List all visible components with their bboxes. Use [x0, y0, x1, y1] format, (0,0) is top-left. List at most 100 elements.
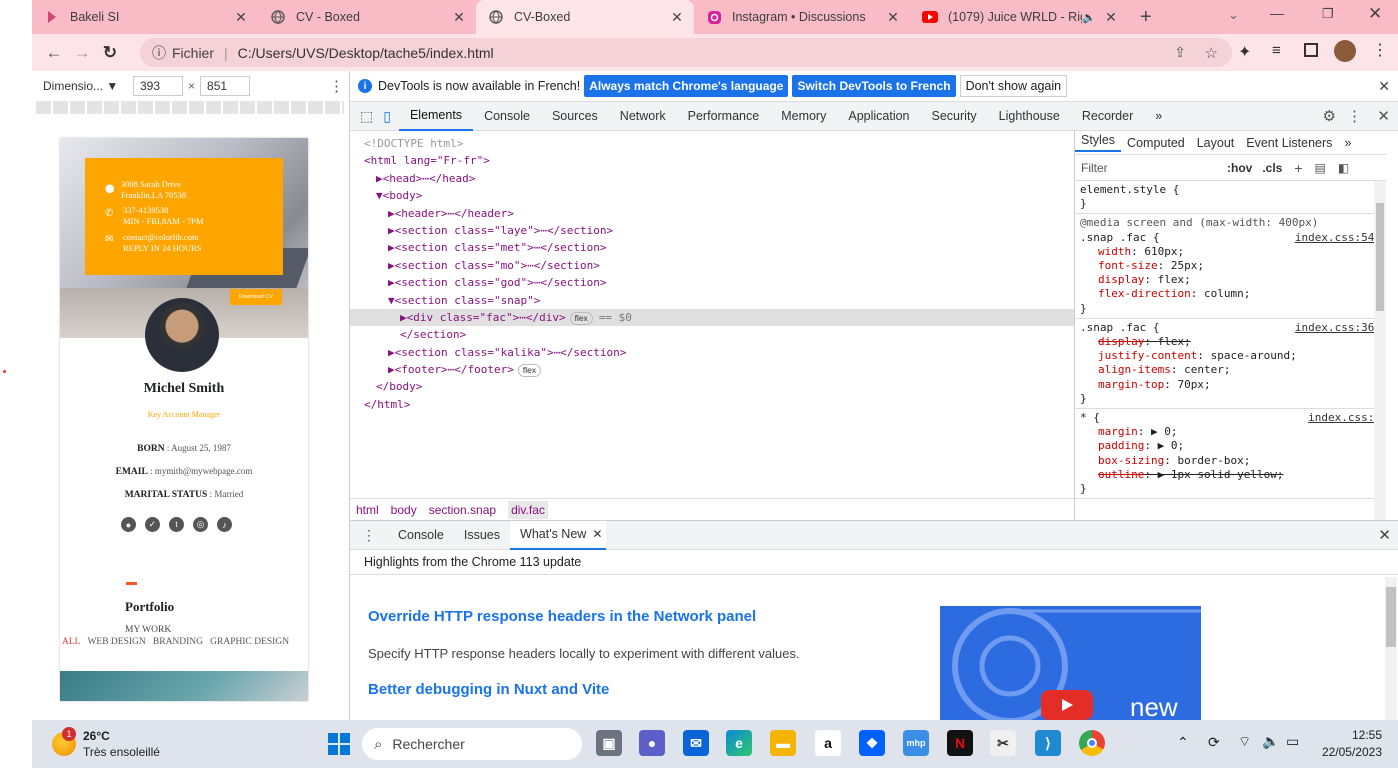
- dom-line[interactable]: </html>: [350, 396, 1074, 413]
- filter-graphic-design[interactable]: GRAPHIC DESIGN: [210, 637, 289, 647]
- tab-memory[interactable]: Memory: [770, 102, 837, 131]
- style-property[interactable]: flex-direction: column;: [1080, 287, 1381, 301]
- feature-link[interactable]: Better debugging in Nuxt and Vite: [368, 681, 609, 698]
- media-queue-icon[interactable]: ≡: [1272, 42, 1281, 59]
- class-toggle[interactable]: .cls: [1262, 161, 1282, 175]
- rule-source-link[interactable]: index.css:361: [1295, 321, 1381, 335]
- share-icon[interactable]: ⇪: [1174, 44, 1186, 61]
- device-width-input[interactable]: 393: [133, 75, 183, 96]
- clock-date[interactable]: 22/05/2023: [1314, 745, 1382, 759]
- dom-line[interactable]: ▶<section class="laye">⋯</section>: [350, 222, 1074, 239]
- minimize-icon[interactable]: —: [1270, 5, 1284, 21]
- tab-application[interactable]: Application: [837, 102, 920, 131]
- tab-lighthouse[interactable]: Lighthouse: [988, 102, 1071, 131]
- rule-source-link[interactable]: index.css:1: [1308, 411, 1381, 425]
- paint-icon[interactable]: ▤: [1315, 161, 1326, 175]
- settings-gear-icon[interactable]: ⚙: [1323, 107, 1336, 125]
- weather-desc[interactable]: Très ensoleillé: [83, 745, 160, 759]
- dropbox-icon[interactable]: ❖: [859, 730, 885, 756]
- styles-scrollbar[interactable]: [1374, 181, 1386, 520]
- dont-show-again-button[interactable]: Don't show again: [959, 75, 1068, 97]
- user-icon[interactable]: ●: [121, 517, 136, 532]
- file-explorer-icon[interactable]: ▬: [770, 730, 796, 756]
- battery-icon[interactable]: ▭: [1286, 733, 1299, 750]
- dom-line[interactable]: ▶<header>⋯</header>: [350, 205, 1074, 222]
- new-tab-button[interactable]: +: [1140, 6, 1152, 29]
- rule-source-link[interactable]: index.css:542: [1295, 231, 1381, 245]
- task-view-icon[interactable]: ▣: [596, 730, 622, 756]
- style-property[interactable]: margin: ▶ 0;: [1080, 425, 1381, 439]
- dom-line[interactable]: ▶<section class="mo">⋯</section>: [350, 257, 1074, 274]
- wifi-icon[interactable]: ⌔: [1238, 733, 1251, 751]
- kebab-menu-icon[interactable]: ⋮: [1372, 40, 1388, 60]
- style-property[interactable]: padding: ▶ 0;: [1080, 439, 1381, 453]
- teams-icon[interactable]: ●: [639, 730, 665, 756]
- twitter-icon[interactable]: t: [169, 517, 184, 532]
- volume-icon[interactable]: 🔈: [1262, 733, 1279, 750]
- switch-french-button[interactable]: Switch DevTools to French: [792, 75, 956, 97]
- windows-start-icon[interactable]: [328, 733, 350, 755]
- dimensions-dropdown[interactable]: Dimensio... ▼: [43, 79, 127, 93]
- weather-temp[interactable]: 26°C: [83, 729, 110, 743]
- feature-link[interactable]: Override HTTP response headers in the Ne…: [368, 608, 756, 625]
- close-infobar-icon[interactable]: ✕: [1378, 78, 1390, 95]
- style-rule[interactable]: @media screen and (max-width: 400px) inde…: [1075, 214, 1386, 319]
- sync-icon[interactable]: ⟳: [1208, 734, 1220, 751]
- crumb-div-fac[interactable]: div.fac: [508, 500, 548, 519]
- crumb-html[interactable]: html: [356, 503, 379, 517]
- address-bar[interactable]: ⓘ Fichier | C:/Users/UVS/Desktop/tache5/…: [140, 38, 1232, 67]
- profile-avatar[interactable]: [1334, 40, 1356, 62]
- devtools-menu-icon[interactable]: ⋮: [1347, 107, 1362, 125]
- chrome-icon[interactable]: [1079, 730, 1105, 756]
- style-rule[interactable]: element.style {}: [1075, 181, 1386, 215]
- close-drawer-icon[interactable]: ✕: [1378, 526, 1391, 544]
- filter-branding[interactable]: BRANDING: [153, 637, 203, 647]
- browser-tab[interactable]: Bakeli SI ✕: [32, 0, 258, 34]
- filter-web-design[interactable]: WEB DESIGN: [87, 637, 145, 647]
- tab-computed[interactable]: Computed: [1121, 136, 1191, 150]
- tab-search-chevron-icon[interactable]: ⌄: [1228, 7, 1239, 23]
- vscode-icon[interactable]: ⟩: [1035, 730, 1061, 756]
- style-rule[interactable]: index.css:1 * {margin: ▶ 0; padding: ▶ 0; b…: [1075, 409, 1386, 500]
- crumb-body[interactable]: body: [391, 503, 417, 517]
- sidebar-toggle-icon[interactable]: ◧: [1338, 161, 1349, 175]
- amazon-icon[interactable]: a: [815, 730, 841, 756]
- back-arrow-icon[interactable]: ←: [40, 39, 68, 67]
- tab-event-listeners[interactable]: Event Listeners: [1240, 136, 1338, 150]
- style-property[interactable]: display: flex;: [1080, 273, 1381, 287]
- close-tab-icon[interactable]: ✕: [450, 9, 468, 26]
- snipping-tool-icon[interactable]: ✂: [990, 730, 1016, 756]
- style-property[interactable]: margin-top: 70px;: [1080, 378, 1381, 392]
- dom-line[interactable]: ▶<div class="fac">⋯</div> flex == $0: [350, 308, 1074, 327]
- style-property[interactable]: font-size: 25px;: [1080, 259, 1381, 273]
- reload-icon[interactable]: ↻: [96, 39, 124, 67]
- browser-tab[interactable]: (1079) Juice WRLD - Rig 🔈 ✕: [910, 0, 1128, 34]
- dom-line[interactable]: ▶<footer>⋯</footer> flex: [350, 361, 1074, 378]
- check-icon[interactable]: ✓: [145, 517, 160, 532]
- drawer-menu-icon[interactable]: ⋮: [362, 527, 376, 544]
- close-tab-icon[interactable]: ✕: [884, 9, 902, 26]
- edge-icon[interactable]: e: [726, 730, 752, 756]
- inspect-element-icon[interactable]: ⬚: [360, 108, 373, 125]
- dom-line[interactable]: </body>: [350, 378, 1074, 395]
- drawer-tab-console[interactable]: Console: [388, 528, 454, 542]
- close-tab-icon[interactable]: ✕: [232, 9, 250, 26]
- style-property[interactable]: box-sizing: border-box;: [1080, 454, 1381, 468]
- more-tabs-icon[interactable]: »: [1144, 102, 1173, 131]
- taskbar-search[interactable]: ⌕ Rechercher: [362, 728, 582, 760]
- clock-time[interactable]: 12:55: [1322, 728, 1382, 742]
- dom-line[interactable]: <!DOCTYPE html>: [350, 135, 1074, 152]
- music-icon[interactable]: ♪: [217, 517, 232, 532]
- forward-arrow-icon[interactable]: →: [68, 39, 96, 67]
- dom-line[interactable]: <html lang="Fr-fr">: [350, 152, 1074, 169]
- new-rule-plus-icon[interactable]: +: [1294, 160, 1302, 176]
- drawer-scrollbar[interactable]: [1385, 577, 1397, 721]
- style-property[interactable]: justify-content: space-around;: [1080, 349, 1381, 363]
- info-circle-icon[interactable]: ⓘ: [152, 43, 166, 63]
- crumb-section-snap[interactable]: section.snap: [429, 503, 496, 517]
- flex-badge[interactable]: flex: [569, 311, 593, 325]
- dom-line[interactable]: ▼<section class="snap">: [350, 292, 1074, 309]
- style-property[interactable]: display: flex;: [1080, 335, 1381, 349]
- dom-line[interactable]: ▼<body>: [350, 187, 1074, 204]
- scrollbar-thumb[interactable]: [1386, 587, 1396, 647]
